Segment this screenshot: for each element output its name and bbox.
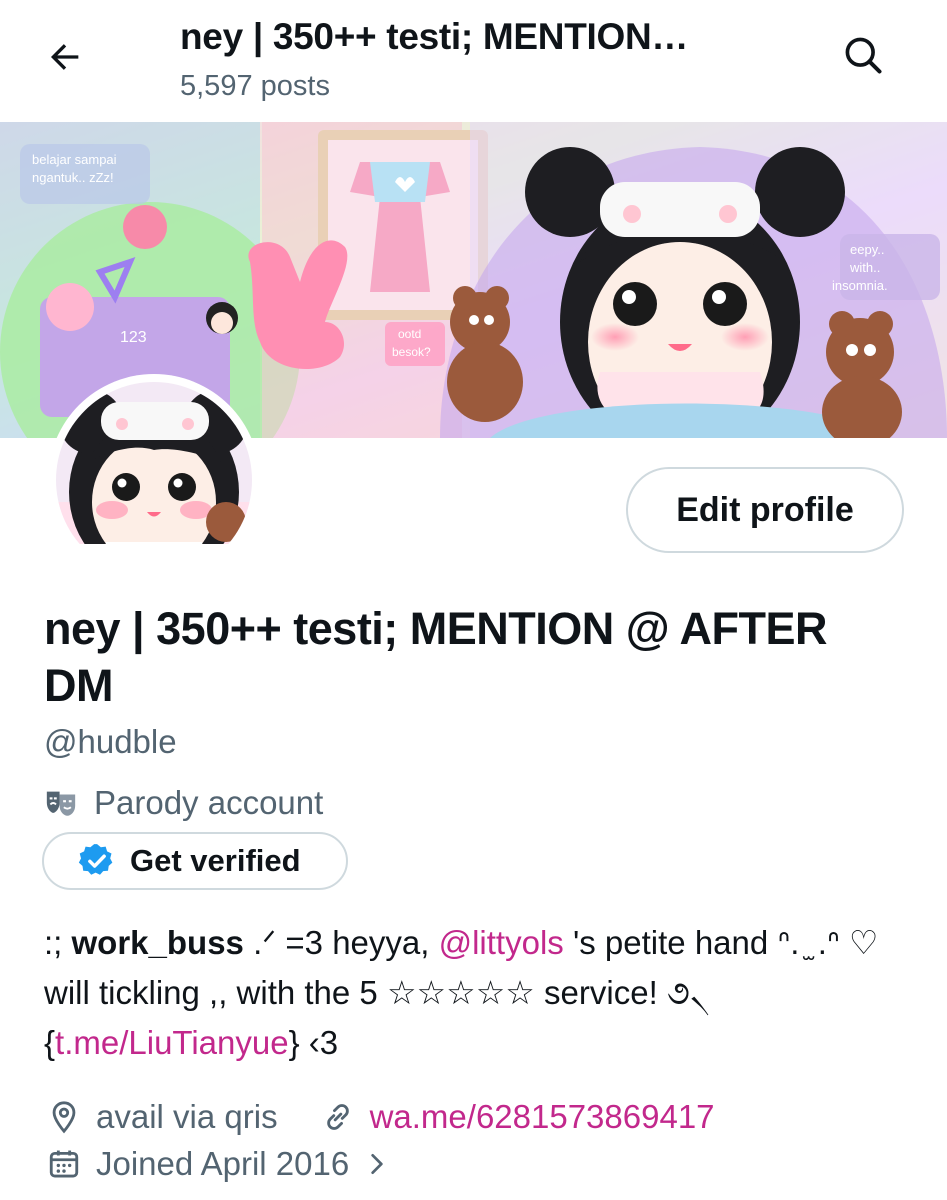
username-handle: @hudble <box>44 723 177 760</box>
search-icon <box>841 33 885 82</box>
parody-label: Parody account <box>44 784 323 822</box>
banner-text: insomnia. <box>832 278 888 293</box>
joined-date: Joined April 2016 <box>96 1145 350 1182</box>
bio-mention-link[interactable]: @littyols <box>439 924 564 961</box>
banner-text: 123 <box>120 329 147 346</box>
search-button[interactable] <box>836 30 890 84</box>
edit-profile-button[interactable]: Edit profile <box>626 467 904 553</box>
bio-text: } ‹3 <box>288 1024 339 1061</box>
get-verified-button[interactable]: Get verified <box>42 832 348 890</box>
calendar-icon <box>44 1144 84 1184</box>
back-button[interactable] <box>40 34 90 84</box>
bio-telegram-link[interactable]: t.me/LiuTianyue <box>55 1024 289 1061</box>
bio-text: :; <box>44 924 72 961</box>
get-verified-label: Get verified <box>130 843 301 878</box>
bio-text: .ᐟ =3 heyya, <box>243 924 439 961</box>
display-name: ney | 350++ testi; MENTION @ AFTER DM <box>44 603 827 711</box>
profile-meta-row: avail via qris wa.me/6281573869417 <box>44 1097 715 1137</box>
arrow-left-icon <box>45 37 85 82</box>
verified-badge-icon <box>78 842 116 880</box>
link-icon <box>318 1097 358 1137</box>
location-text: avail via qris <box>96 1098 278 1135</box>
banner-text: belajar sampai <box>32 152 117 167</box>
bio-bold-text: work_buss <box>71 924 244 961</box>
theater-masks-icon <box>44 785 80 821</box>
banner-text: with.. <box>849 260 880 275</box>
location-pin-icon <box>44 1097 84 1137</box>
avatar-container <box>48 374 260 544</box>
banner-text: ngantuk.. zZz! <box>32 170 114 185</box>
banner-text: eepy.. <box>850 242 884 257</box>
website-link[interactable]: wa.me/6281573869417 <box>370 1098 715 1136</box>
banner-text: besok? <box>392 345 431 359</box>
post-count: 5,597 posts <box>180 70 330 102</box>
avatar[interactable] <box>48 374 260 544</box>
avatar-illustration <box>56 382 252 544</box>
parody-text: Parody account <box>94 784 324 821</box>
header-title: ney | 350++ testi; MENTION… <box>180 16 689 57</box>
chevron-right-icon <box>357 1144 397 1184</box>
banner-text: ootd <box>398 327 421 341</box>
top-bar: ney | 350++ testi; MENTION… 5,597 posts <box>0 0 947 122</box>
profile-bio: :; work_buss .ᐟ =3 heyya, @littyols 's p… <box>44 918 914 1068</box>
joined-row[interactable]: Joined April 2016 <box>44 1144 409 1184</box>
